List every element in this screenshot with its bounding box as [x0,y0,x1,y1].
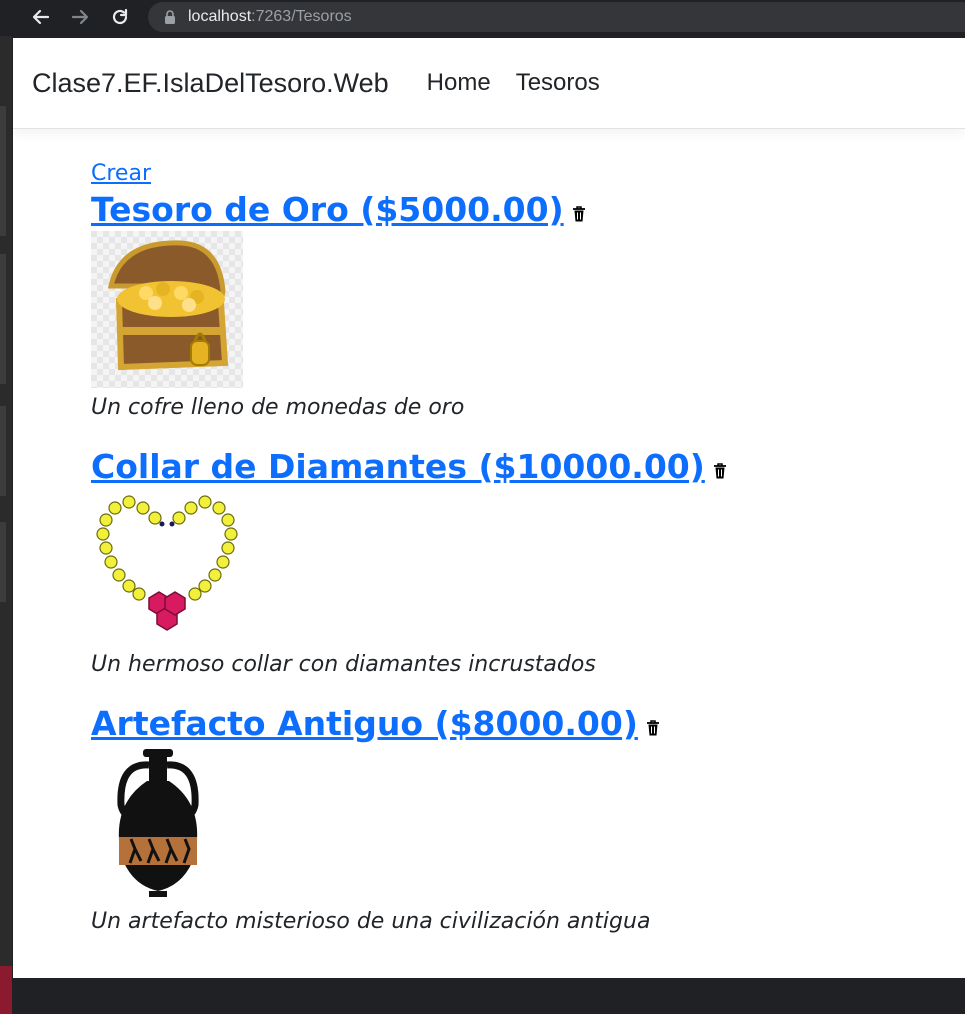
navbar-brand[interactable]: Clase7.EF.IslaDelTesoro.Web [32,68,389,99]
create-link[interactable]: Crear [91,159,951,189]
navbar: Clase7.EF.IslaDelTesoro.Web Home Tesoros [13,38,965,129]
item-title-link[interactable]: Artefacto Antiguo ($8000.00) [91,703,638,745]
nav-link-home[interactable]: Home [427,69,491,97]
list-item: Collar de Diamantes ($10000.00) Un hermo… [91,446,951,681]
url-path: :7263/Tesoros [251,8,352,25]
nav-link-tesoros[interactable]: Tesoros [516,69,600,97]
address-bar[interactable]: localhost:7263/Tesoros [148,2,965,32]
forward-arrow-icon[interactable] [67,4,93,30]
reload-icon[interactable] [107,4,133,30]
browser-toolbar: localhost:7263/Tesoros [0,0,965,36]
item-description: Un artefacto misterioso de una civilizac… [91,909,651,934]
lock-icon [164,10,176,24]
item-title: Tesoro de Oro ($5000.00) [91,189,951,231]
item-title: Collar de Diamantes ($10000.00) [91,446,951,488]
trash-icon[interactable] [713,463,727,479]
necklace-image [91,488,243,645]
treasure-chest-image [91,231,243,388]
web-page: Clase7.EF.IslaDelTesoro.Web Home Tesoros… [13,38,965,978]
back-arrow-icon[interactable] [28,4,54,30]
item-description: Un cofre lleno de monedas de oro [91,395,465,420]
item-title-link[interactable]: Collar de Diamantes ($10000.00) [91,446,705,488]
trash-icon[interactable] [572,206,586,222]
item-title-link[interactable]: Tesoro de Oro ($5000.00) [91,189,564,231]
list-item: Tesoro de Oro ($5000.00) Un cofre lleno … [91,189,951,424]
side-panel-edge [0,36,12,1014]
trash-icon[interactable] [646,720,660,736]
amphora-image [91,745,243,902]
item-title: Artefacto Antiguo ($8000.00) [91,703,951,745]
url-host: localhost [188,8,252,25]
treasure-list: Crear Tesoro de Oro ($5000.00) Un cofre … [91,159,951,960]
item-description: Un hermoso collar con diamantes incrusta… [91,652,596,677]
list-item: Artefacto Antiguo ($8000.00) Un artefact… [91,703,951,938]
